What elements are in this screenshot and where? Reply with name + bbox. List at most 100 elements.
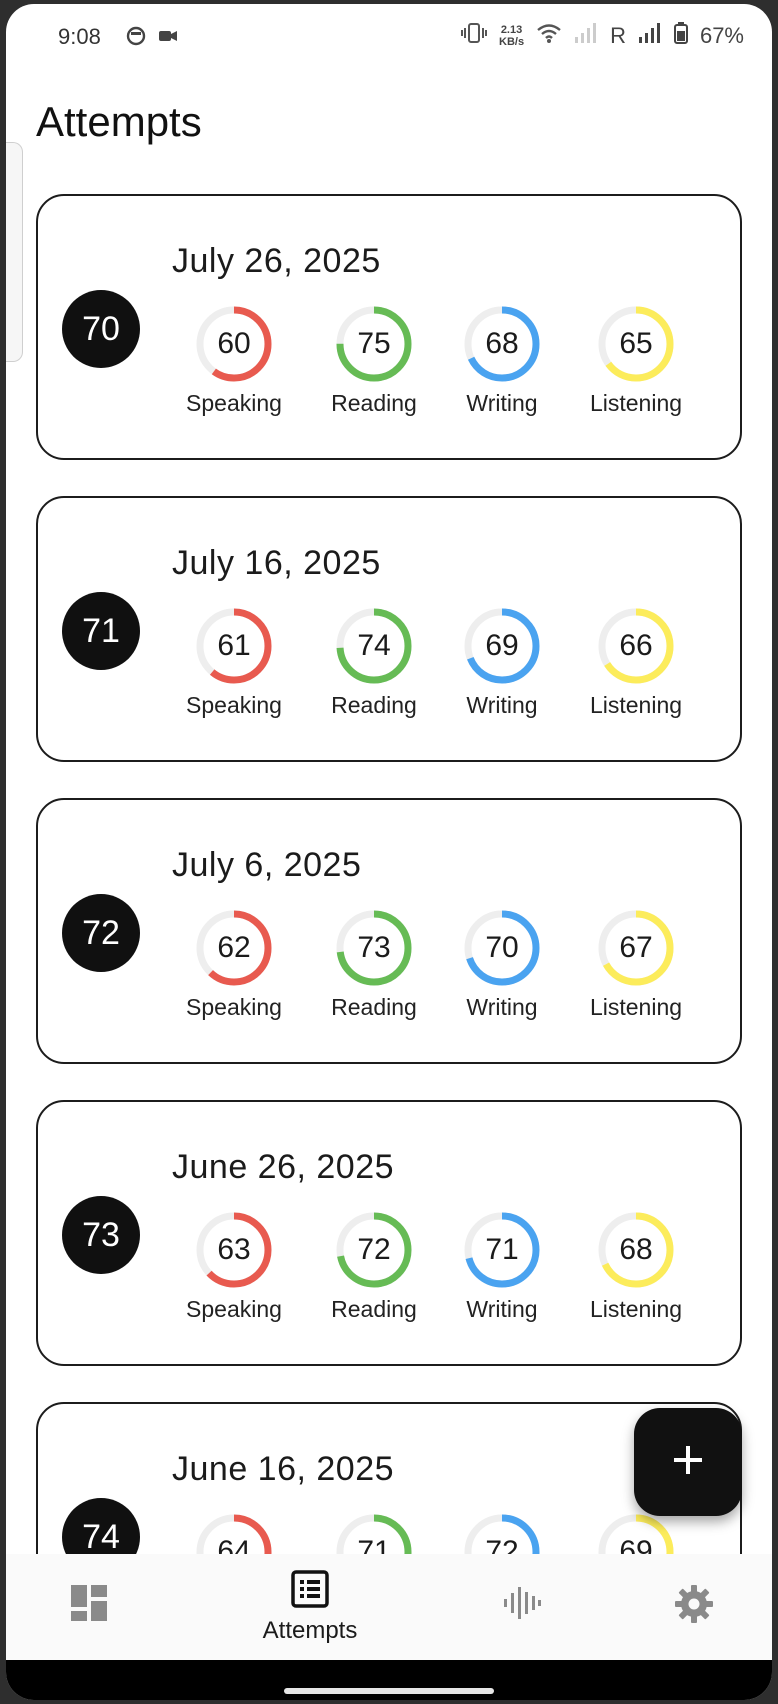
score-ring: 64 <box>192 1510 276 1554</box>
attempt-date: June 26, 2025 <box>172 1148 395 1186</box>
signal-icon <box>638 22 662 50</box>
vibrate-icon <box>461 22 487 50</box>
score-ring: 69 <box>460 604 544 688</box>
skill-label: Listening <box>589 692 683 718</box>
wifi-icon <box>536 22 562 50</box>
plus-icon <box>671 1443 705 1482</box>
skill-score-value: 72 <box>485 1535 519 1554</box>
list-icon <box>291 1570 329 1612</box>
score-ring: 67 <box>594 906 678 990</box>
skill-score-listening: 66 Listening <box>576 604 696 719</box>
score-ring: 63 <box>192 1208 276 1292</box>
score-ring: 66 <box>594 604 678 688</box>
skill-score-writing: 71 Writing <box>442 1208 562 1323</box>
video-camera-icon <box>158 26 178 51</box>
page-title: Attempts <box>36 98 202 145</box>
skill-label: Writing <box>466 692 538 718</box>
skill-label: Reading <box>331 1296 417 1322</box>
skill-score-listening: 69Listening <box>576 1510 696 1554</box>
add-attempt-button[interactable] <box>634 1408 742 1516</box>
skill-score-speaking: 61 Speaking <box>174 604 294 719</box>
score-ring: 61 <box>192 604 276 688</box>
status-right-group: 2.13 KB/s R 67% <box>461 22 744 50</box>
skill-score-value: 73 <box>357 931 391 964</box>
overall-score-badge: 70 <box>62 290 140 368</box>
skill-score-speaking: 62 Speaking <box>174 906 294 1021</box>
nav-item-attempts[interactable]: Attempts <box>242 1570 378 1645</box>
skill-score-value: 67 <box>619 931 653 964</box>
skill-score-value: 68 <box>485 327 519 360</box>
network-speed: 2.13 KB/s <box>499 24 524 48</box>
skill-score-writing: 72Writing <box>442 1510 562 1554</box>
waveform-icon <box>502 1587 542 1626</box>
status-time: 9:08 <box>58 24 101 49</box>
skill-score-value: 74 <box>357 629 391 662</box>
skill-score-value: 69 <box>485 629 519 662</box>
home-gesture-handle[interactable] <box>284 1688 494 1694</box>
nav-item-speaking[interactable] <box>502 1584 542 1627</box>
skill-label: Listening <box>589 390 683 416</box>
skill-score-reading: 74 Reading <box>314 604 434 719</box>
skill-score-speaking: 63 Speaking <box>174 1208 294 1323</box>
score-ring: 68 <box>594 1208 678 1292</box>
skill-score-speaking: 60 Speaking <box>174 302 294 417</box>
skill-score-value: 64 <box>217 1535 251 1554</box>
skill-score-value: 71 <box>485 1233 519 1266</box>
overall-score-badge: 72 <box>62 894 140 972</box>
skill-score-value: 62 <box>217 931 251 964</box>
nav-item-dashboard[interactable] <box>70 1584 108 1627</box>
score-ring: 60 <box>192 302 276 386</box>
score-ring: 72 <box>332 1208 416 1292</box>
skill-label: Reading <box>331 994 417 1020</box>
skill-score-value: 70 <box>485 931 519 964</box>
skill-score-writing: 70 Writing <box>442 906 562 1021</box>
attempt-card[interactable]: 73 June 26, 2025 63 Speaking 72 Reading 71 Writ… <box>36 1100 742 1366</box>
score-ring: 62 <box>192 906 276 990</box>
score-ring: 72 <box>460 1510 544 1554</box>
skill-label: Listening <box>589 994 683 1020</box>
overall-score-badge: 74 <box>62 1498 140 1554</box>
gear-icon <box>674 1585 714 1628</box>
score-ring: 75 <box>332 302 416 386</box>
overall-score-badge: 71 <box>62 592 140 670</box>
signal-weak-icon <box>574 22 598 50</box>
skill-score-reading: 72 Reading <box>314 1208 434 1323</box>
skill-label: Writing <box>466 994 538 1020</box>
overall-score-badge: 73 <box>62 1196 140 1274</box>
score-ring: 73 <box>332 906 416 990</box>
skill-score-value: 66 <box>619 629 653 662</box>
skill-label: Listening <box>589 1296 683 1322</box>
battery-icon <box>673 22 688 50</box>
status-bar: 9:08 2.13 KB/s R 67% <box>6 4 772 66</box>
score-ring: 70 <box>460 906 544 990</box>
skill-label: Speaking <box>186 390 282 416</box>
network-speed-value: 2.13 <box>500 24 523 36</box>
score-ring: 68 <box>460 302 544 386</box>
skill-label: Writing <box>466 1296 538 1322</box>
skill-score-value: 71 <box>357 1535 391 1554</box>
skill-score-writing: 68 Writing <box>442 302 562 417</box>
dashboard-icon <box>70 1585 108 1626</box>
skill-label: Speaking <box>186 1296 282 1322</box>
attempt-date: July 26, 2025 <box>172 242 381 280</box>
score-ring: 71 <box>332 1510 416 1554</box>
battery-percent: 67% <box>699 23 744 48</box>
score-ring: 74 <box>332 604 416 688</box>
skill-score-writing: 69 Writing <box>442 604 562 719</box>
skill-label: Reading <box>331 692 417 718</box>
skill-score-value: 60 <box>217 327 251 360</box>
attempt-card[interactable]: 72 July 6, 2025 62 Speaking 73 Reading 70 Writi… <box>36 798 742 1064</box>
attempt-card[interactable]: 71 July 16, 2025 61 Speaking 74 Reading 69 Writ… <box>36 496 742 762</box>
skill-score-value: 75 <box>357 327 391 360</box>
skill-label: Speaking <box>186 994 282 1020</box>
skill-score-reading: 73 Reading <box>314 906 434 1021</box>
system-gesture-bar <box>6 1660 772 1700</box>
skill-score-value: 72 <box>357 1233 391 1266</box>
skill-label: Speaking <box>186 692 282 718</box>
attempt-date: July 6, 2025 <box>172 846 362 884</box>
skill-score-speaking: 64Speaking <box>174 1510 294 1554</box>
nav-label-attempts: Attempts <box>262 1617 358 1644</box>
nav-item-settings[interactable] <box>674 1584 714 1629</box>
attempts-list[interactable]: 70 July 26, 2025 60 Speaking 75 Reading 68 Writ… <box>6 190 772 1554</box>
attempt-card[interactable]: 70 July 26, 2025 60 Speaking 75 Reading 68 Writ… <box>36 194 742 460</box>
